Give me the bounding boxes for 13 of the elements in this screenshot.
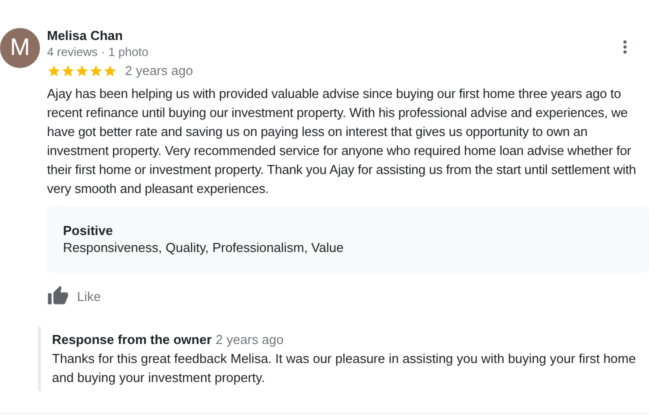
review-text: Ajay has been helping us with provided valuable advise since buying our first home three years ago to recent refinance until buying our investment property. With his professional advise and experiences, we have got better rate and saving us on paying less on interest that gives us opportunity to own an investment property. Very recommended service for anyone who required home loan advise whether for their first home or investment property. Thank you Ajay for assisting us from the start until settlement with very smooth and pleasant experiences.: [47, 85, 638, 198]
author-name[interactable]: Melisa Chan: [47, 28, 615, 44]
avatar[interactable]: M: [0, 28, 40, 68]
thumbs-up-icon: [47, 285, 69, 307]
response-time: 2 years ago: [216, 332, 284, 347]
review-time: 2 years ago: [125, 63, 193, 78]
more-icon: [623, 40, 627, 54]
author-meta: 4 reviews · 1 photo: [47, 44, 150, 61]
response-title: Response from the owner: [52, 332, 212, 347]
like-button[interactable]: Like: [47, 285, 101, 307]
highlights-text: Responsiveness, Quality, Professionalism, Value: [63, 239, 345, 257]
response-text: Thanks for this great feedback Melisa. It was our pleasure in assisting you with buying your first home and buying your investment property.: [52, 350, 637, 387]
highlights-title: Positive: [63, 222, 114, 239]
